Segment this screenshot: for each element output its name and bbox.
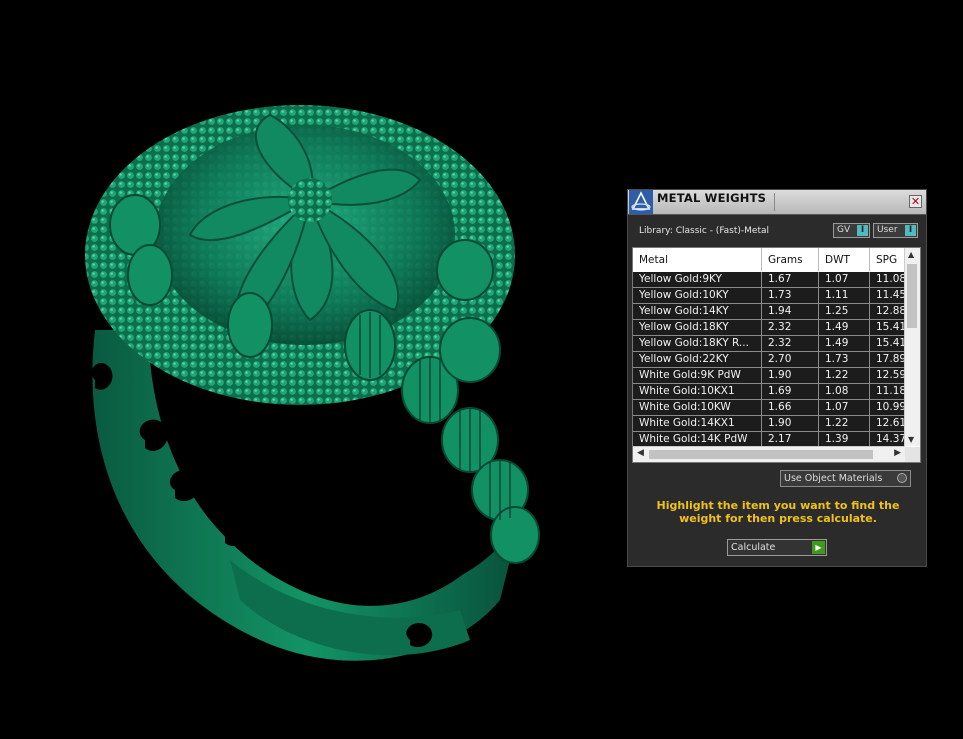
cell-grams: 1.67 [762, 272, 819, 288]
cell-dwt: 1.49 [819, 320, 870, 336]
header-grams[interactable]: Grams [762, 248, 819, 271]
gv-toggle[interactable]: GV I [833, 223, 870, 238]
user-toggle[interactable]: User I [873, 223, 918, 238]
table-row[interactable]: Yellow Gold:9KY 1.67 1.07 11.08 [633, 272, 905, 288]
app-logo-icon [629, 190, 653, 214]
cell-grams: 1.73 [762, 288, 819, 304]
cell-spg: 17.89 [870, 352, 905, 368]
gv-toggle-knob: I [857, 225, 868, 236]
title-separator [774, 193, 775, 211]
cell-dwt: 1.49 [819, 336, 870, 352]
cell-spg: 15.41 [870, 336, 905, 352]
cell-metal: Yellow Gold:18KY R... [633, 336, 762, 352]
cell-spg: 12.61 [870, 416, 905, 432]
calculate-button[interactable]: Calculate ▶ [727, 539, 827, 556]
instructions-text: Highlight the item you want to find the … [656, 499, 900, 525]
use-object-materials-label: Use Object Materials [784, 473, 883, 484]
cell-metal: Yellow Gold:9KY [633, 272, 762, 288]
cell-dwt: 1.73 [819, 352, 870, 368]
use-object-materials-toggle[interactable]: Use Object Materials [780, 470, 911, 487]
cell-dwt: 1.22 [819, 416, 870, 432]
cell-metal: Yellow Gold:14KY [633, 304, 762, 320]
panel-titlebar[interactable]: METAL WEIGHTS ✕ [628, 190, 926, 215]
table-row[interactable]: White Gold:14K PdW 2.17 1.39 14.37 [633, 432, 905, 447]
vertical-scrollbar[interactable]: ▲ ▼ [904, 248, 920, 446]
library-label: Library: Classic - (Fast)-Metal [639, 226, 770, 236]
cell-dwt: 1.11 [819, 288, 870, 304]
cell-spg: 12.88 [870, 304, 905, 320]
cell-dwt: 1.25 [819, 304, 870, 320]
calculate-label: Calculate [731, 542, 776, 553]
cell-spg: 11.08 [870, 272, 905, 288]
metals-table: Metal Grams DWT SPG Yellow Gold:9KY 1.67 1… [632, 247, 921, 463]
cell-grams: 1.90 [762, 368, 819, 384]
table-row[interactable]: Yellow Gold:18KY 2.32 1.49 15.41 [633, 320, 905, 336]
table-row[interactable]: White Gold:9K PdW 1.90 1.22 12.59 [633, 368, 905, 384]
user-toggle-label: User [877, 225, 898, 235]
header-metal[interactable]: Metal [633, 248, 762, 271]
cell-grams: 2.32 [762, 320, 819, 336]
horizontal-scroll-thumb[interactable] [649, 450, 873, 459]
table-row[interactable]: White Gold:10KW 1.66 1.07 10.99 [633, 400, 905, 416]
cell-metal: White Gold:14KX1 [633, 416, 762, 432]
header-dwt[interactable]: DWT [819, 248, 870, 271]
cell-grams: 2.32 [762, 336, 819, 352]
scroll-down-icon[interactable]: ▼ [908, 435, 914, 444]
table-row[interactable]: Yellow Gold:10KY 1.73 1.11 11.45 [633, 288, 905, 304]
cell-metal: Yellow Gold:18KY [633, 320, 762, 336]
cell-dwt: 1.07 [819, 400, 870, 416]
scroll-right-icon[interactable]: ▶ [894, 448, 901, 458]
table-row[interactable]: White Gold:10KX1 1.69 1.08 11.18 [633, 384, 905, 400]
cell-dwt: 1.22 [819, 368, 870, 384]
cell-spg: 11.45 [870, 288, 905, 304]
panel-title: METAL WEIGHTS [657, 191, 767, 205]
play-icon: ▶ [812, 541, 825, 554]
cell-metal: White Gold:9K PdW [633, 368, 762, 384]
cell-spg: 15.41 [870, 320, 905, 336]
table-row[interactable]: Yellow Gold:18KY R... 2.32 1.49 15.41 [633, 336, 905, 352]
cell-spg: 11.18 [870, 384, 905, 400]
cell-metal: Yellow Gold:22KY [633, 352, 762, 368]
cell-dwt: 1.08 [819, 384, 870, 400]
cell-grams: 1.66 [762, 400, 819, 416]
cell-grams: 2.17 [762, 432, 819, 447]
user-toggle-knob: I [905, 225, 916, 236]
horizontal-scrollbar[interactable]: ◀ ▶ [633, 446, 905, 462]
cell-dwt: 1.07 [819, 272, 870, 288]
cell-grams: 1.90 [762, 416, 819, 432]
cell-spg: 12.59 [870, 368, 905, 384]
cell-spg: 14.37 [870, 432, 905, 447]
scroll-up-icon[interactable]: ▲ [908, 250, 914, 259]
cell-grams: 1.94 [762, 304, 819, 320]
cell-spg: 10.99 [870, 400, 905, 416]
scroll-left-icon[interactable]: ◀ [637, 448, 644, 458]
gv-toggle-label: GV [837, 225, 851, 235]
close-button[interactable]: ✕ [909, 195, 922, 208]
cell-metal: White Gold:14K PdW [633, 432, 762, 447]
table-body: Yellow Gold:9KY 1.67 1.07 11.08 Yellow Gold:… [633, 272, 905, 447]
cell-dwt: 1.39 [819, 432, 870, 447]
cell-metal: White Gold:10KW [633, 400, 762, 416]
cell-metal: White Gold:10KX1 [633, 384, 762, 400]
metal-weights-panel: METAL WEIGHTS ✕ Library: Classic - (Fast… [627, 189, 927, 567]
cell-grams: 1.69 [762, 384, 819, 400]
cell-grams: 2.70 [762, 352, 819, 368]
table-header: Metal Grams DWT SPG [633, 248, 910, 271]
radio-icon [897, 473, 907, 483]
table-row[interactable]: Yellow Gold:14KY 1.94 1.25 12.88 [633, 304, 905, 320]
scroll-corner [905, 447, 920, 462]
cell-metal: Yellow Gold:10KY [633, 288, 762, 304]
table-row[interactable]: Yellow Gold:22KY 2.70 1.73 17.89 [633, 352, 905, 368]
close-icon: ✕ [910, 195, 921, 208]
table-row[interactable]: White Gold:14KX1 1.90 1.22 12.61 [633, 416, 905, 432]
vertical-scroll-thumb[interactable] [907, 264, 917, 328]
